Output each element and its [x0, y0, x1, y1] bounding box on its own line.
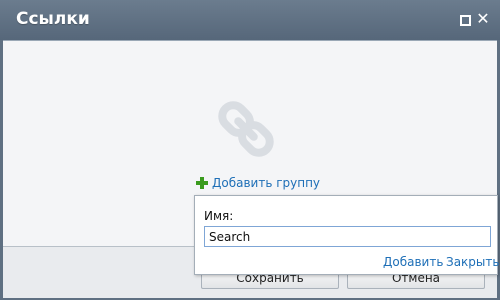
close-icon[interactable]: ✕	[476, 11, 490, 27]
popup-close-link[interactable]: Закрыть	[446, 255, 499, 269]
add-group-label: Добавить группу	[212, 176, 321, 190]
maximize-icon[interactable]	[460, 15, 471, 26]
add-group-popup: Имя: Добавить Закрыть	[194, 195, 499, 275]
plus-icon	[196, 177, 208, 189]
name-label: Имя:	[204, 209, 234, 223]
chain-link-icon	[218, 101, 274, 157]
add-group-link[interactable]: Добавить группу	[196, 175, 320, 191]
window-title: Ссылки	[16, 9, 90, 29]
popup-add-link[interactable]: Добавить	[383, 255, 443, 269]
links-window: Ссылки ✕ Добавить группу Сохранить Отмен…	[0, 0, 500, 300]
title-bar[interactable]: Ссылки ✕	[0, 0, 500, 40]
group-name-input[interactable]	[204, 226, 491, 247]
